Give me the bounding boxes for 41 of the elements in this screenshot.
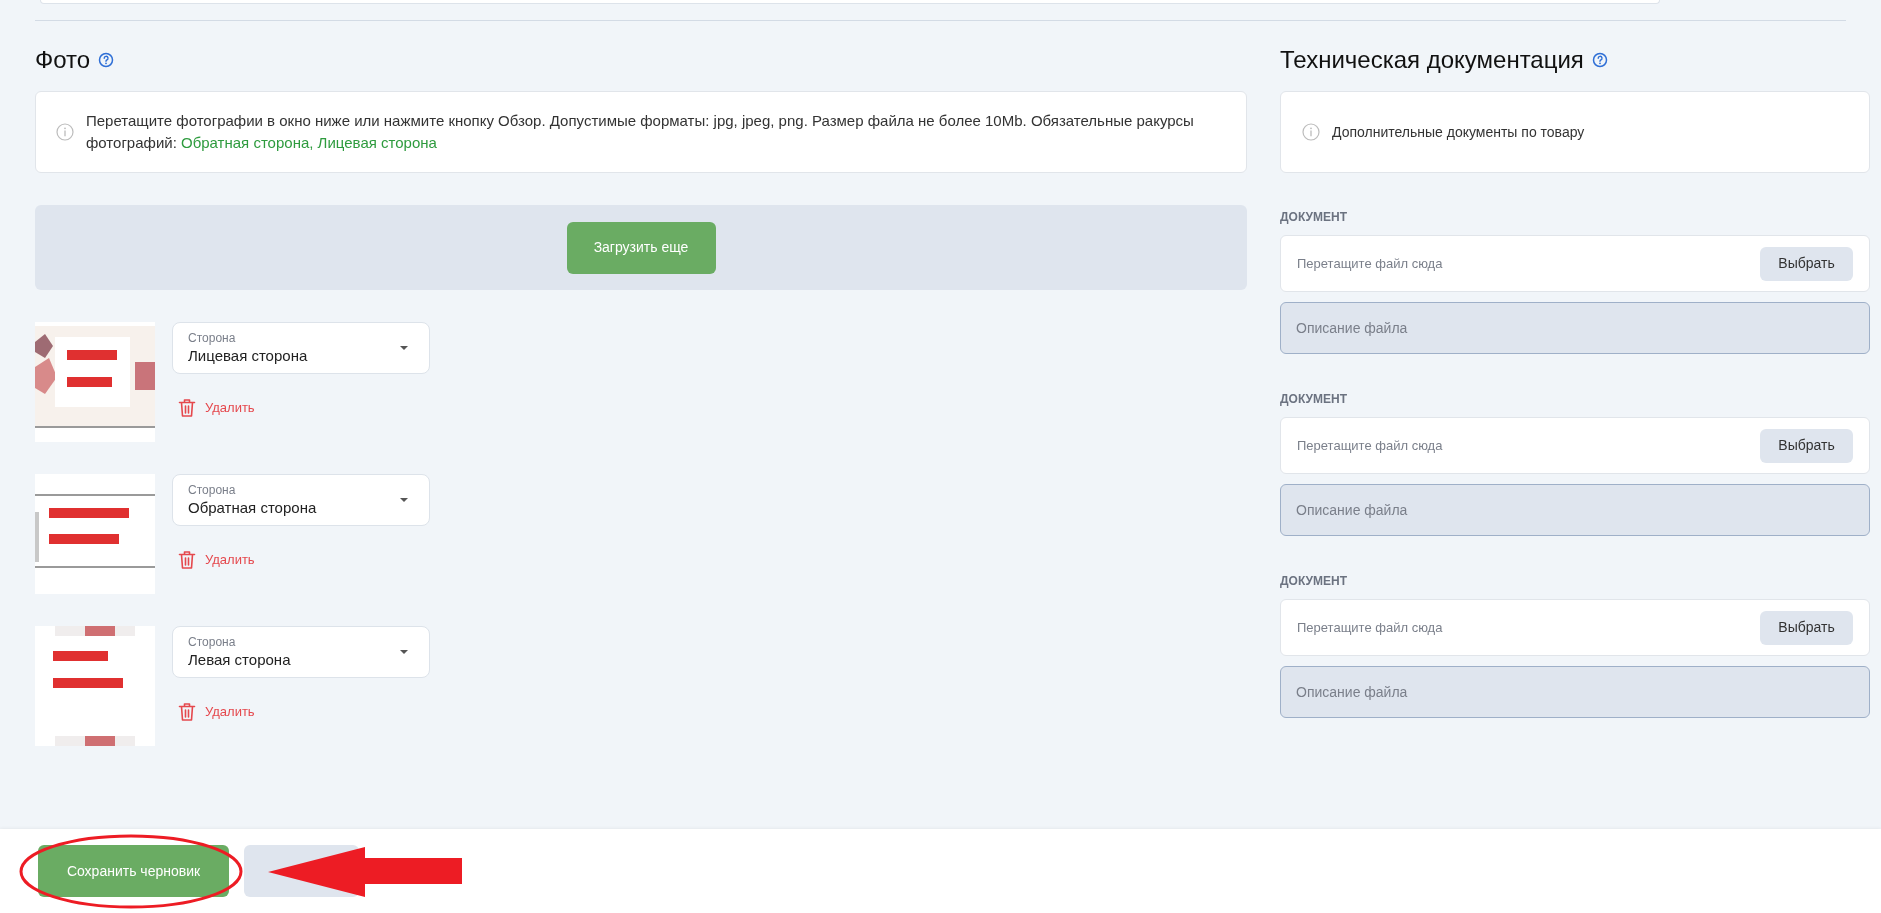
info-text: Дополнительные документы по товару [1332,122,1585,142]
description-field[interactable]: Описание файла [1280,302,1870,354]
select-value: Левая сторона [188,650,291,670]
info-text: Перетащите фотографии в окно ниже или нажмите кнопку Обзор. Допустимые форматы: jpg, jpeg, png. Размер файла не более 10Mb. Обязательные ракурсы фотографий: Обратная сторона, Лицевая сторона [86,111,1195,153]
select-value: Обратная сторона [188,498,317,518]
caret-icon [399,497,409,503]
choose-button[interactable]: Выбрать [1760,246,1853,281]
drop-hint: Перетащите файл сюда [1297,254,1443,273]
help-icon[interactable] [1591,52,1608,68]
delete-button[interactable]: Удалить [172,702,430,722]
help-icon[interactable] [98,52,115,68]
document-label: ДОКУМЕНТ [1280,573,1348,589]
side-select[interactable]: Сторона Обратная сторона [172,474,430,526]
drop-hint: Перетащите файл сюда [1297,618,1443,637]
file-drop-zone[interactable]: Перетащите файл сюда Выбрать [1280,235,1870,292]
delete-button[interactable]: Удалить [172,550,430,570]
select-label: Сторона [188,634,237,650]
choose-button[interactable]: Выбрать [1760,610,1853,645]
trash-icon [178,702,196,722]
document-label: ДОКУМЕНТ [1280,209,1348,225]
drop-hint: Перетащите файл сюда [1297,436,1443,455]
trash-icon [178,398,196,418]
select-label: Сторона [188,330,237,346]
trash-icon [178,550,196,570]
side-select[interactable]: Сторона Лицевая сторона [172,322,430,374]
caret-icon [399,345,409,351]
description-field[interactable]: Описание файла [1280,666,1870,718]
delete-button[interactable]: Удалить [172,398,430,418]
select-label: Сторона [188,482,237,498]
caret-icon [399,649,409,655]
file-drop-zone[interactable]: Перетащите файл сюда Выбрать [1280,599,1870,656]
section-title: Фото [35,45,91,75]
file-drop-zone[interactable]: Перетащите файл сюда Выбрать [1280,417,1870,474]
side-select[interactable]: Сторона Левая сторона [172,626,430,678]
description-field[interactable]: Описание файла [1280,484,1870,536]
info-icon [1302,123,1320,141]
choose-button[interactable]: Выбрать [1760,428,1853,463]
info-icon [56,123,74,141]
document-label: ДОКУМЕНТ [1280,391,1348,407]
section-title: Техническая документация [1280,45,1584,75]
select-value: Лицевая сторона [188,346,308,366]
